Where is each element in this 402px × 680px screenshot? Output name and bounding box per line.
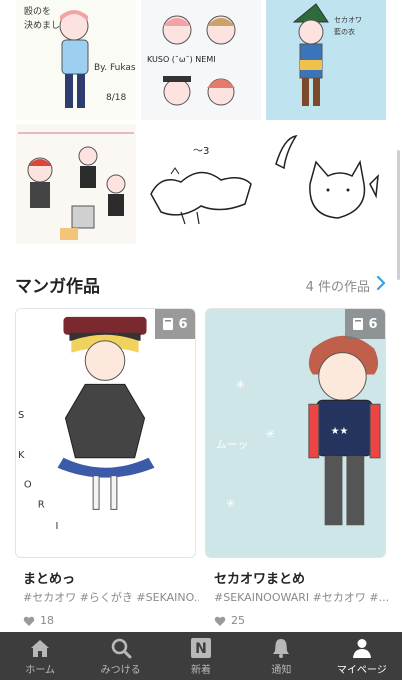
svg-text:セカオワ: セカオワ xyxy=(334,16,362,24)
bottom-nav: ホーム みつける N 新着 通知 マイページ xyxy=(0,632,402,680)
page-count-badge: 6 xyxy=(155,309,195,339)
svg-text:N: N xyxy=(195,641,207,657)
heart-icon xyxy=(23,616,35,626)
user-icon xyxy=(352,638,371,658)
nav-new[interactable]: N 新着 xyxy=(161,632,241,680)
nav-notifications[interactable]: 通知 xyxy=(241,632,321,680)
nav-home-label: ホーム xyxy=(25,664,56,676)
gallery-tile-6[interactable] xyxy=(266,124,386,244)
svg-text:8/18: 8/18 xyxy=(106,93,126,103)
nav-home[interactable]: ホーム xyxy=(0,632,80,680)
svg-text:～3: ～3 xyxy=(193,146,209,157)
chevron-right-icon[interactable] xyxy=(374,274,388,292)
manga-cover-2: ✳ ✳ ✳ ムーッ ★★ xyxy=(206,309,385,557)
manga-card-2[interactable]: ✳ ✳ ✳ ムーッ ★★ 6 xyxy=(205,308,386,558)
illustration-green-hat-character: セカオワ 藍の衣 xyxy=(292,3,362,106)
like-count: 18 xyxy=(40,614,54,627)
like-count: 25 xyxy=(231,614,245,627)
svg-text:✳: ✳ xyxy=(265,427,275,441)
nav-search-label: みつける xyxy=(100,664,141,676)
illustration-gallery: 殴のを 決めました By. Fukase 8/18 KUSO (˘ω˘) NEM… xyxy=(0,0,402,248)
page-count: 6 xyxy=(178,316,188,332)
svg-text:O: O xyxy=(24,480,32,491)
svg-text:R: R xyxy=(38,499,45,510)
svg-text:S: S xyxy=(18,410,24,421)
svg-text:KUSO (˘ω˘) NEMI: KUSO (˘ω˘) NEMI xyxy=(147,54,216,64)
svg-text:✳: ✳ xyxy=(236,377,246,391)
svg-text:K: K xyxy=(18,450,25,461)
svg-text:By. Fukase: By. Fukase xyxy=(94,63,136,73)
card-title-1[interactable]: まとめっ xyxy=(23,568,75,587)
search-icon xyxy=(111,638,132,658)
new-icon: N xyxy=(191,637,212,658)
bell-icon xyxy=(273,638,290,658)
gallery-tile-5[interactable]: ～3 xyxy=(141,124,261,244)
scrollbar[interactable] xyxy=(397,150,400,280)
card-title-2[interactable]: セカオワまとめ xyxy=(214,568,305,587)
nav-notifications-label: 通知 xyxy=(271,664,292,676)
card-tags-2[interactable]: #SEKAINOOWARI #セカオワ #... xyxy=(214,589,390,605)
svg-text:ムーッ: ムーッ xyxy=(216,438,249,451)
illustration-kuso-nemi: KUSO (˘ω˘) NEMI xyxy=(147,15,236,106)
book-icon xyxy=(353,318,364,330)
svg-text:藍の衣: 藍の衣 xyxy=(334,27,355,36)
illustration-sleeping-figure: ～3 xyxy=(150,146,252,225)
manga-cover-1: S K O R I xyxy=(16,309,195,557)
svg-text:I: I xyxy=(56,521,59,532)
gallery-tile-1[interactable]: 殴のを 決めました By. Fukase 8/18 xyxy=(16,0,136,120)
page: 殴のを 決めました By. Fukase 8/18 KUSO (˘ω˘) NEM… xyxy=(0,0,402,680)
section-count-link[interactable]: 4 件の作品 xyxy=(306,276,370,295)
gallery-tile-3[interactable]: セカオワ 藍の衣 xyxy=(266,0,386,120)
illustration-cat-sketch xyxy=(275,134,379,219)
section-title: マンガ作品 xyxy=(15,277,100,297)
nav-mypage-label: マイページ xyxy=(336,664,387,676)
gallery-tile-2[interactable]: KUSO (˘ω˘) NEMI xyxy=(141,0,261,120)
svg-text:殴のを: 殴のを xyxy=(24,6,51,17)
heart-icon xyxy=(214,616,226,626)
illustration-group-characters xyxy=(18,132,134,240)
manga-card-1[interactable]: S K O R I 6 xyxy=(15,308,196,558)
card-likes-2: 25 xyxy=(214,614,245,627)
gallery-tile-4[interactable] xyxy=(16,124,136,244)
book-icon xyxy=(163,318,174,330)
illustration-boy-blue-hoodie: 殴のを 決めました By. Fukase 8/18 xyxy=(24,6,136,108)
home-icon xyxy=(31,639,50,657)
nav-mypage[interactable]: マイページ xyxy=(322,632,402,680)
card-tags-1[interactable]: #セカオワ #らくがき #SEKAINO... xyxy=(23,589,199,605)
page-count: 6 xyxy=(368,316,378,332)
svg-text:★★: ★★ xyxy=(331,426,349,437)
nav-new-label: 新着 xyxy=(191,664,212,676)
svg-text:✳: ✳ xyxy=(226,496,236,510)
nav-search[interactable]: みつける xyxy=(80,632,160,680)
page-count-badge: 6 xyxy=(345,309,385,339)
card-likes-1: 18 xyxy=(23,614,54,627)
